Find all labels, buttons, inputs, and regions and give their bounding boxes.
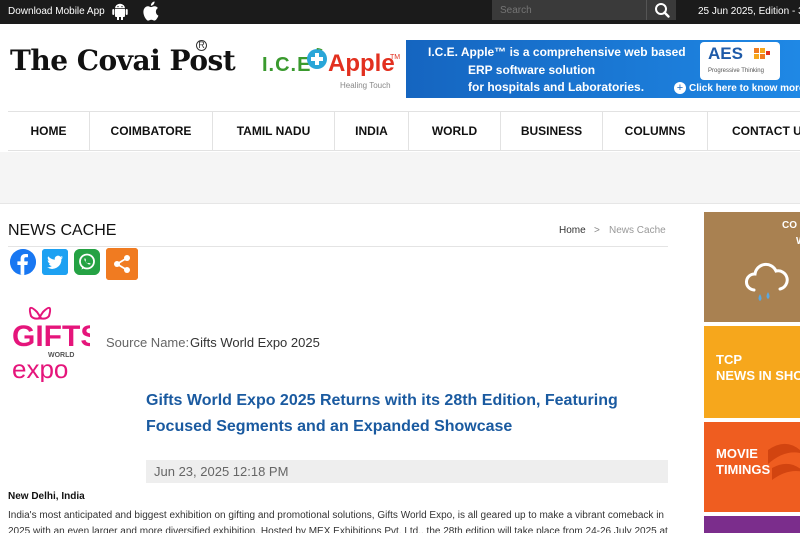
main-nav: HOME COIMBATORE TAMIL NADU INDIA WORLD B… [8,111,800,151]
sidebar-tile-4[interactable] [704,516,800,533]
ice-tagline: Healing Touch [340,81,391,90]
ad-strip [0,152,800,204]
weather-tile-label-2: W [796,236,800,247]
rain-cloud-icon [745,262,789,301]
source-value: Gifts World Expo 2025 [190,335,320,350]
aes-dots-icon [754,48,770,59]
news-in-short-tile[interactable]: TCP NEWS IN SHO [704,326,800,418]
aes-logo: AES Progressive Thinking [700,42,780,80]
plus-icon: + [674,82,686,94]
nav-business[interactable]: BUSINESS [501,112,603,150]
whatsapp-icon[interactable] [74,249,100,275]
nav-world[interactable]: WORLD [409,112,501,150]
trademark-mark: TM [390,54,401,61]
twitter-icon[interactable] [42,249,68,275]
aes-logo-text: AES [708,44,743,63]
registered-mark: R [196,40,207,51]
movie-tile-label-1: MOVIE [716,446,758,461]
source-label: Source Name: [106,335,190,350]
android-icon[interactable] [112,3,128,20]
page-title: NEWS CACHE [8,222,117,239]
ad-banner[interactable]: I.C.E. Apple™ is a comprehensive web bas… [406,40,800,98]
banner-line-2: ERP software solution [468,63,596,77]
movie-timings-tile[interactable]: MOVIE TIMINGS [704,422,800,512]
article-datetime: Jun 23, 2025 12:18 PM [154,464,289,479]
article-body: India's most anticipated and biggest exh… [8,510,668,533]
breadcrumb-separator: > [594,225,600,236]
search-icon [655,3,670,18]
nav-contact-us[interactable]: CONTACT US [708,112,800,150]
nav-tamil-nadu[interactable]: TAMIL NADU [213,112,335,150]
news-tile-label-2: NEWS IN SHO [716,368,800,383]
breadcrumb-current: News Cache [609,225,666,236]
apple-brand-text: Apple [328,50,395,77]
news-tile-label-1: TCP [716,352,742,367]
edition-date: 25 Jun 2025, Edition - 363 [698,6,800,17]
article-dateline: New Delhi, India [8,491,85,502]
expo-logo-word: expo [12,354,68,382]
article-headline: Gifts World Expo 2025 Returns with its 2… [146,392,618,435]
nav-home[interactable]: HOME [8,112,90,150]
banner-line-1: I.C.E. Apple™ is a comprehensive web bas… [428,45,686,59]
top-bar: Download Mobile App 25 Jun 2025, Edition… [0,0,800,24]
weather-tile[interactable]: CO W [704,212,800,322]
search-button[interactable] [646,0,676,20]
nav-columns[interactable]: COLUMNS [603,112,708,150]
weather-tile-label: CO [782,220,797,231]
ice-text: I.C.E [262,54,312,76]
banner-cta-link[interactable]: Click here to know more [689,83,800,94]
breadcrumb-home[interactable]: Home [559,225,586,236]
article-datetime-bar: Jun 23, 2025 12:18 PM [146,460,668,483]
nav-coimbatore[interactable]: COIMBATORE [90,112,213,150]
gifts-world-expo-logo: GIFTS WORLD expo [12,306,90,382]
title-divider [8,246,668,247]
nav-india[interactable]: INDIA [335,112,409,150]
download-app-label[interactable]: Download Mobile App [8,6,105,17]
banner-line-3: for hospitals and Laboratories. [468,80,645,94]
gifts-logo-word: GIFTS [12,320,90,353]
facebook-icon[interactable] [10,249,36,275]
movie-tile-label-2: TIMINGS [716,462,771,477]
search-input[interactable] [492,0,646,20]
share-icon[interactable] [106,248,138,280]
aes-tagline: Progressive Thinking [708,68,764,74]
medical-cross-icon [307,48,327,69]
apple-icon[interactable] [142,1,159,21]
